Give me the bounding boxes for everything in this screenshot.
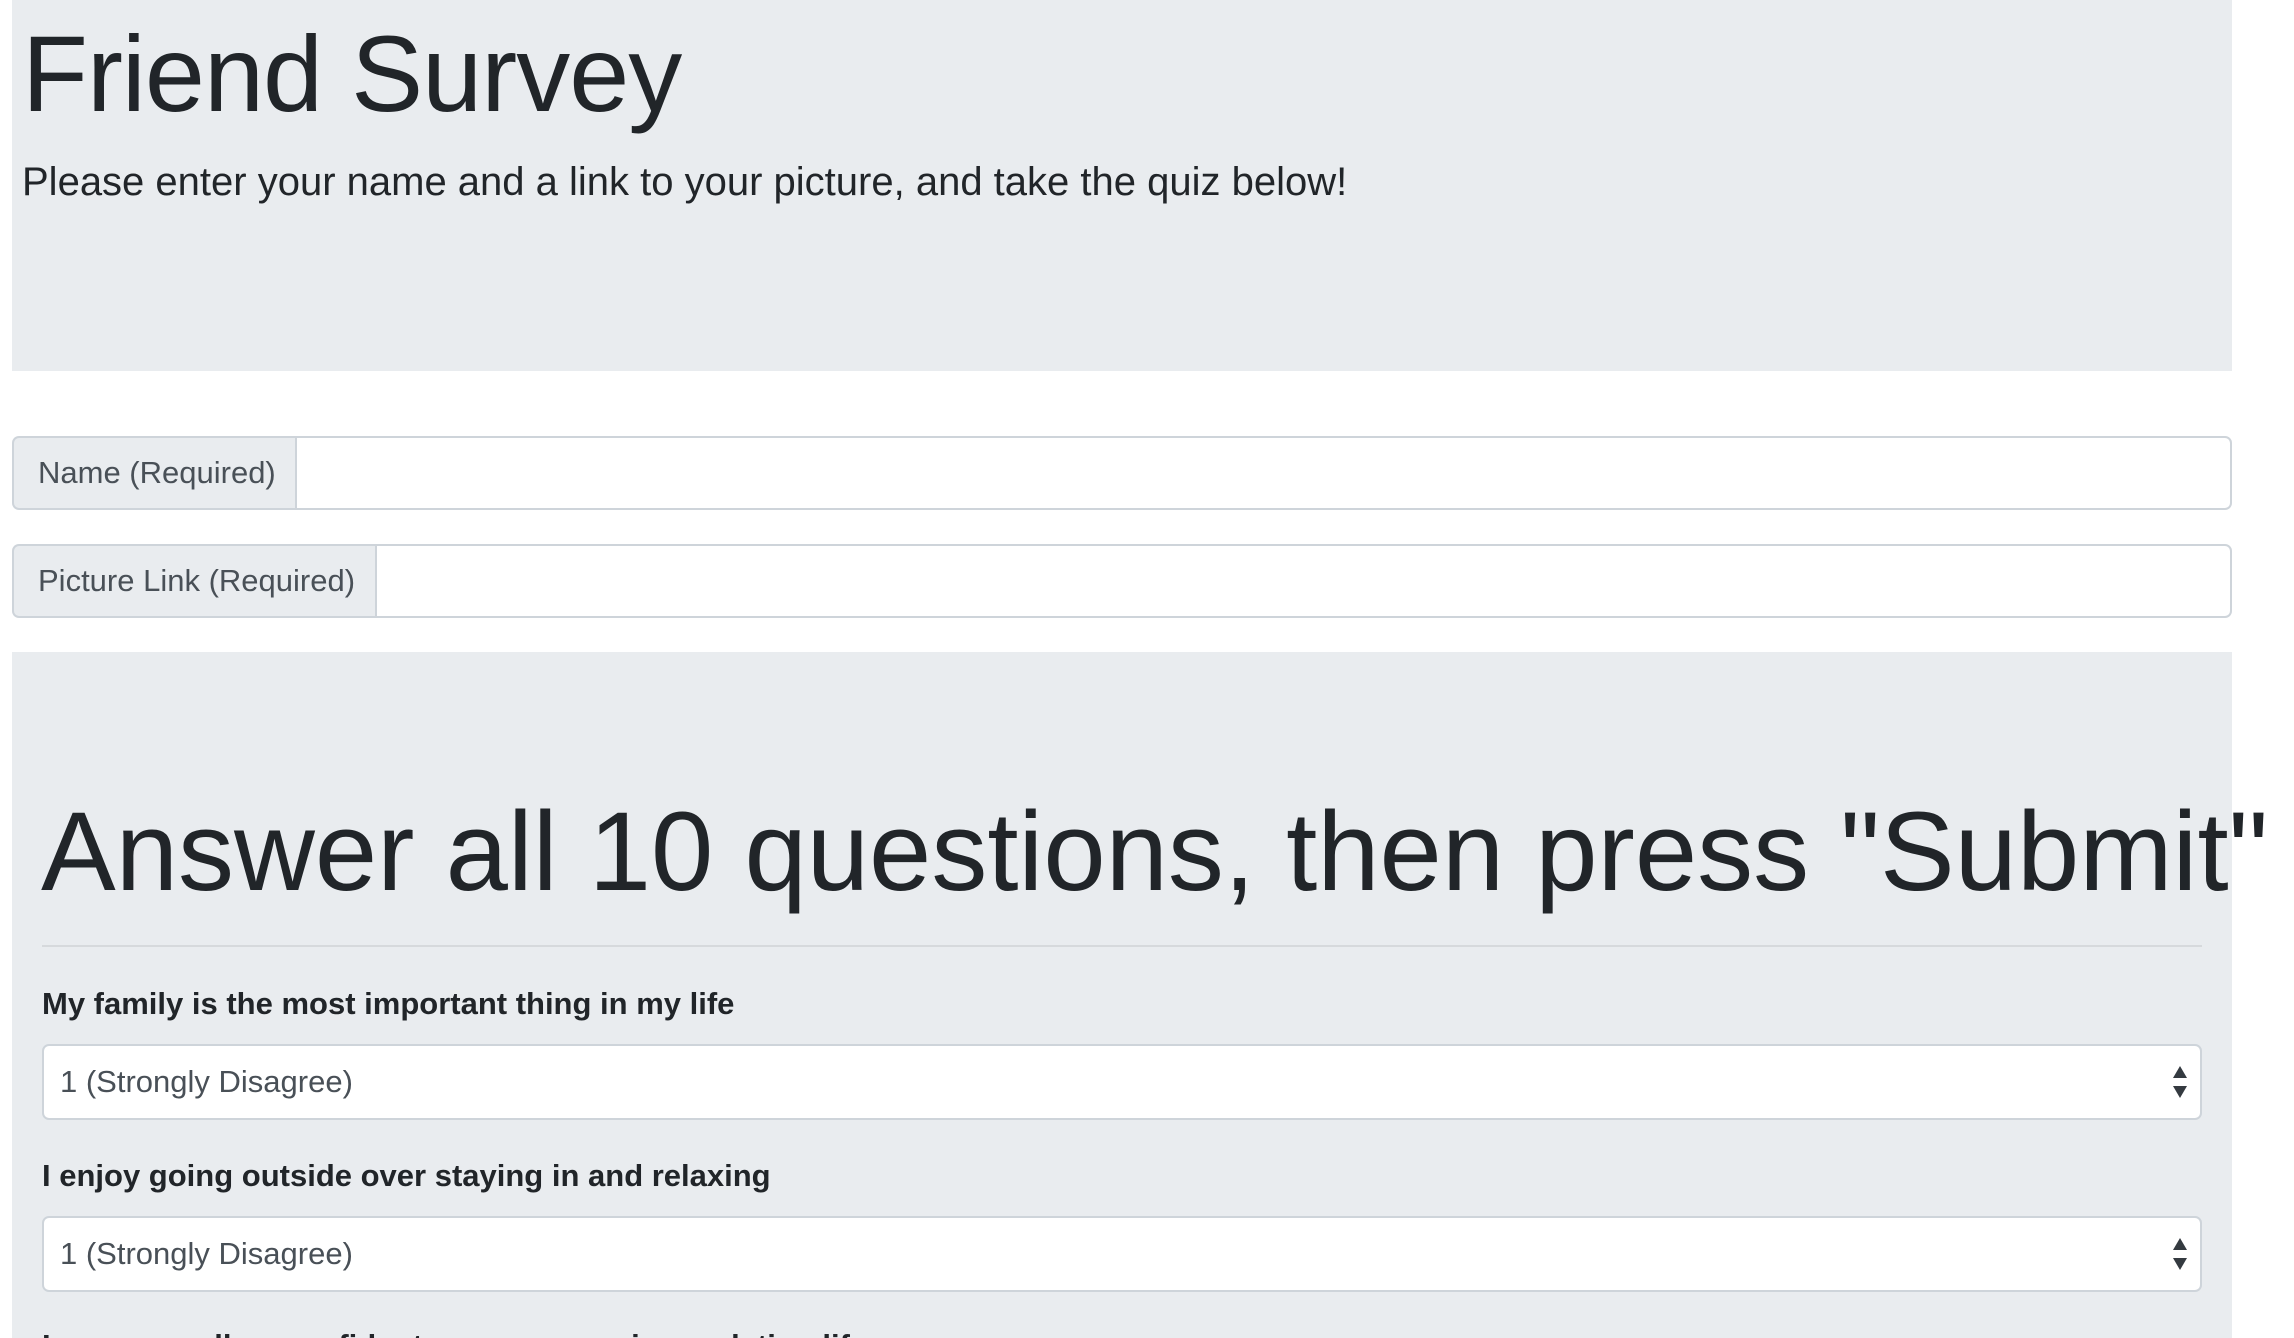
name-label: Name (Required)	[12, 436, 295, 510]
select-updown-arrows-icon	[2173, 1066, 2187, 1098]
question-1-selected-value: 1 (Strongly Disagree)	[60, 1064, 353, 1099]
page-title: Friend Survey	[22, 13, 682, 134]
select-updown-arrows-icon	[2173, 1238, 2187, 1270]
picture-link-input-group: Picture Link (Required)	[12, 544, 2232, 618]
question-2-label: I enjoy going outside over staying in an…	[42, 1158, 771, 1193]
name-input-group: Name (Required)	[12, 436, 2232, 510]
question-3-label: I am generally a confident person, even …	[42, 1326, 867, 1338]
picture-link-label: Picture Link (Required)	[12, 544, 375, 618]
picture-link-input[interactable]	[375, 544, 2232, 618]
question-2-select[interactable]: 1 (Strongly Disagree)	[42, 1216, 2202, 1292]
quiz-heading: Answer all 10 questions, then press "Sub…	[41, 789, 2269, 914]
quiz-jumbotron: Answer all 10 questions, then press "Sub…	[12, 652, 2268, 1338]
question-2-selected-value: 1 (Strongly Disagree)	[60, 1236, 353, 1271]
page-subtitle: Please enter your name and a link to you…	[22, 160, 1348, 204]
question-1-select[interactable]: 1 (Strongly Disagree)	[42, 1044, 2202, 1120]
quiz-divider	[42, 945, 2202, 947]
question-1-label: My family is the most important thing in…	[42, 986, 735, 1021]
header-jumbotron: Friend Survey Please enter your name and…	[12, 0, 2232, 371]
page: Friend Survey Please enter your name and…	[0, 0, 2294, 1338]
name-input[interactable]	[295, 436, 2232, 510]
